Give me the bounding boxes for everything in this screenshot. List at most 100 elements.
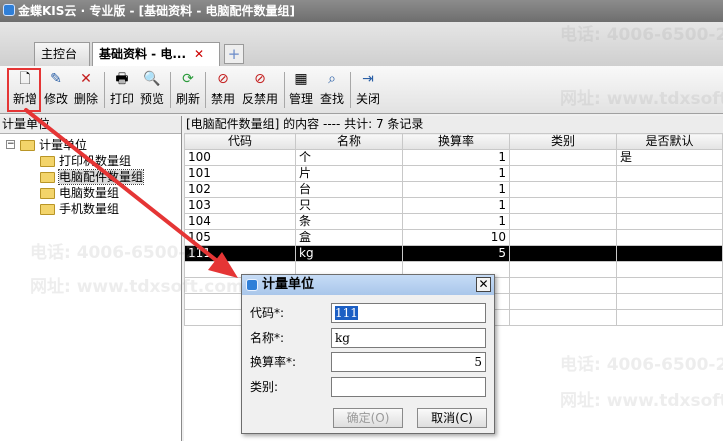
- find-button[interactable]: ⌕ 查找: [318, 70, 346, 110]
- empty-cell: [509, 309, 617, 326]
- cell-default: 是: [616, 149, 723, 166]
- tab-close-icon[interactable]: ✕: [194, 47, 204, 61]
- cell-default: [616, 165, 723, 182]
- cancel-button[interactable]: 取消(C): [417, 408, 487, 428]
- preview-button[interactable]: 🔍 预览: [138, 70, 166, 110]
- cell-name: 只: [295, 197, 403, 214]
- cell-default: [616, 213, 723, 230]
- tree-collapse-icon[interactable]: −: [6, 140, 15, 149]
- close-button[interactable]: ⇥ 关闭: [354, 70, 382, 110]
- tree-node-label: 电脑数量组: [59, 186, 120, 200]
- code-field[interactable]: 111: [331, 303, 486, 323]
- column-header-code[interactable]: 代码: [184, 133, 296, 150]
- dialog-close-icon[interactable]: ✕: [476, 277, 491, 292]
- manage-button[interactable]: ▦ 管理: [287, 70, 315, 110]
- preview-label: 预览: [139, 92, 164, 106]
- tab-label: 主控台: [41, 47, 78, 61]
- edit-pencil-icon: ✎: [50, 71, 62, 87]
- window-title: 金蝶KIS云 · 专业版 - [基础资料 - 电脑配件数量组]: [18, 4, 295, 18]
- dialog-title-bar[interactable]: 计量单位 ✕: [242, 275, 494, 295]
- tab-basic-data[interactable]: 基础资料 - 电... ✕: [92, 42, 220, 66]
- toolbar-separator: [205, 72, 206, 108]
- new-tab-plus-icon[interactable]: +: [224, 44, 244, 64]
- column-header-rate[interactable]: 换算率: [402, 133, 510, 150]
- tree-node-printer-group[interactable]: 打印机数量组: [40, 153, 131, 169]
- dialog-app-icon: [246, 279, 258, 291]
- cell-name: 台: [295, 181, 403, 198]
- cell-code: 100: [184, 149, 296, 166]
- tab-main-console[interactable]: 主控台: [34, 42, 90, 66]
- table-row[interactable]: 111 kg 5: [184, 245, 723, 262]
- cell-rate: 1: [402, 213, 510, 230]
- window-title-bar: 金蝶KIS云 · 专业版 - [基础资料 - 电脑配件数量组]: [0, 0, 723, 22]
- column-header-category[interactable]: 类别: [509, 133, 617, 150]
- table-row[interactable]: 100 个 1 是: [184, 149, 723, 166]
- table-header-row: 代码 名称 换算率 类别 是否默认: [184, 133, 723, 150]
- cell-code: 101: [184, 165, 296, 182]
- ok-button[interactable]: 确定(O): [333, 408, 403, 428]
- cell-code: 111: [184, 245, 296, 262]
- delete-label: 删除: [73, 92, 98, 106]
- content-header: [电脑配件数量组] 的内容 ---- 共计: 7 条记录: [184, 116, 723, 134]
- code-value: 111: [335, 306, 358, 320]
- exit-door-icon: ⇥: [362, 71, 374, 87]
- folder-open-icon: [20, 140, 35, 151]
- cell-default: [616, 181, 723, 198]
- refresh-button[interactable]: ⟳ 刷新: [174, 70, 202, 110]
- table-row[interactable]: 101 片 1: [184, 165, 723, 182]
- rate-value: 5: [474, 355, 482, 369]
- cell-category: [509, 229, 617, 246]
- tab-label: 基础资料 - 电...: [99, 47, 187, 61]
- cell-rate: 10: [402, 229, 510, 246]
- unit-dialog: 计量单位 ✕ 代码*: 111 名称*: kg 换算率*: 5 类别: 确定(O…: [241, 274, 495, 434]
- tree-node-computer-group[interactable]: 电脑数量组: [40, 185, 119, 201]
- tree-node-phone-group[interactable]: 手机数量组: [40, 201, 119, 217]
- empty-cell: [509, 261, 617, 278]
- enable-label: 反禁用: [241, 92, 278, 106]
- print-button[interactable]: 🖶 打印: [108, 70, 136, 110]
- table-row[interactable]: 105 盒 10: [184, 229, 723, 246]
- tree-header: 计量单位: [0, 116, 181, 134]
- name-field[interactable]: kg: [331, 328, 486, 348]
- cell-category: [509, 149, 617, 166]
- cell-name: 个: [295, 149, 403, 166]
- toolbar-separator: [104, 72, 105, 108]
- tree-node-label: 电脑配件数量组: [57, 169, 145, 185]
- disable-circle-icon: ⊘: [217, 71, 229, 87]
- disable-button[interactable]: ⊘ 禁用: [209, 70, 237, 110]
- delete-x-icon: ✕: [80, 71, 92, 87]
- cell-category: [509, 213, 617, 230]
- cell-default: [616, 197, 723, 214]
- cell-rate: 5: [402, 245, 510, 262]
- rate-field[interactable]: 5: [331, 352, 486, 372]
- enable-button[interactable]: ⊘ 反禁用: [240, 70, 280, 110]
- close-label: 关闭: [355, 92, 380, 106]
- enable-circle-icon: ⊘: [254, 71, 266, 87]
- tree-root-node[interactable]: 计量单位: [20, 137, 87, 153]
- delete-button[interactable]: ✕ 删除: [72, 70, 100, 110]
- rate-label: 换算率*:: [250, 355, 297, 369]
- printer-icon: 🖶: [115, 71, 129, 87]
- app-logo-icon: [3, 4, 15, 16]
- tree-node-pc-parts-group[interactable]: 电脑配件数量组: [40, 169, 145, 185]
- edit-label: 修改: [43, 92, 68, 106]
- cell-code: 103: [184, 197, 296, 214]
- table-row[interactable]: 103 只 1: [184, 197, 723, 214]
- cell-rate: 1: [402, 197, 510, 214]
- table-row[interactable]: 102 台 1: [184, 181, 723, 198]
- column-header-default[interactable]: 是否默认: [616, 133, 723, 150]
- empty-cell: [509, 277, 617, 294]
- cell-code: 104: [184, 213, 296, 230]
- empty-cell: [509, 293, 617, 310]
- manage-label: 管理: [288, 92, 313, 106]
- tab-bar: 主控台 基础资料 - 电... ✕ +: [0, 22, 723, 66]
- preview-magnifier-icon: 🔍: [143, 71, 161, 87]
- disable-label: 禁用: [210, 92, 235, 106]
- column-header-name[interactable]: 名称: [295, 133, 403, 150]
- category-field[interactable]: [331, 377, 486, 397]
- table-row[interactable]: 104 条 1: [184, 213, 723, 230]
- manage-grid-icon: ▦: [294, 71, 308, 87]
- edit-button[interactable]: ✎ 修改: [42, 70, 70, 110]
- empty-cell: [616, 261, 723, 278]
- refresh-icon: ⟳: [182, 71, 194, 87]
